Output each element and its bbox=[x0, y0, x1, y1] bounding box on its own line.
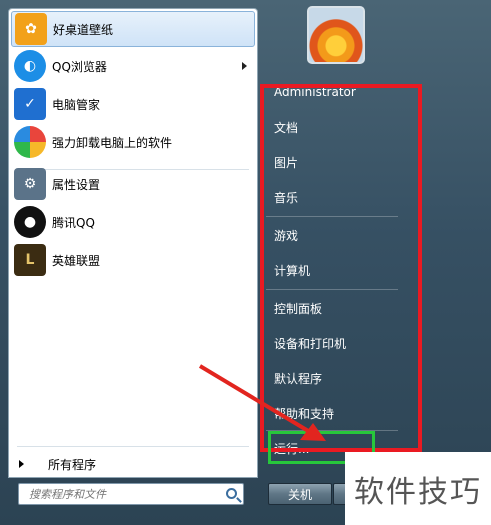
pointer-arrow bbox=[198, 364, 326, 441]
arrow-shaft bbox=[198, 364, 312, 434]
watermark-text: 软件技巧 bbox=[354, 474, 482, 510]
shutdown-button[interactable]: 关机 bbox=[268, 483, 332, 505]
arrow-head bbox=[300, 423, 326, 441]
start-menu: ✿ 好桌道壁纸 ◐ QQ浏览器 ✓ 电脑管家 强力卸载电脑上的软件 ⚙ 属性设置… bbox=[0, 0, 491, 525]
shutdown-label: 关机 bbox=[287, 487, 312, 502]
watermark: 软件技巧 bbox=[345, 452, 491, 525]
